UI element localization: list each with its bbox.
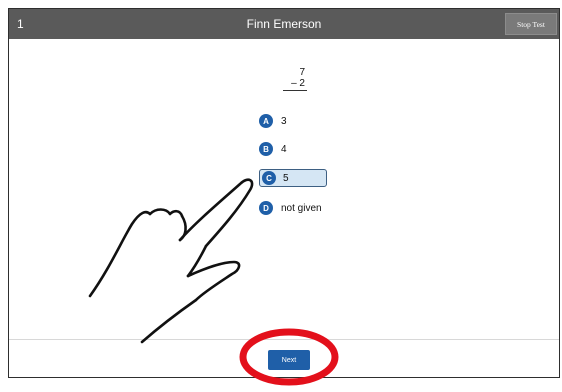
- red-circle-highlight: [239, 328, 339, 386]
